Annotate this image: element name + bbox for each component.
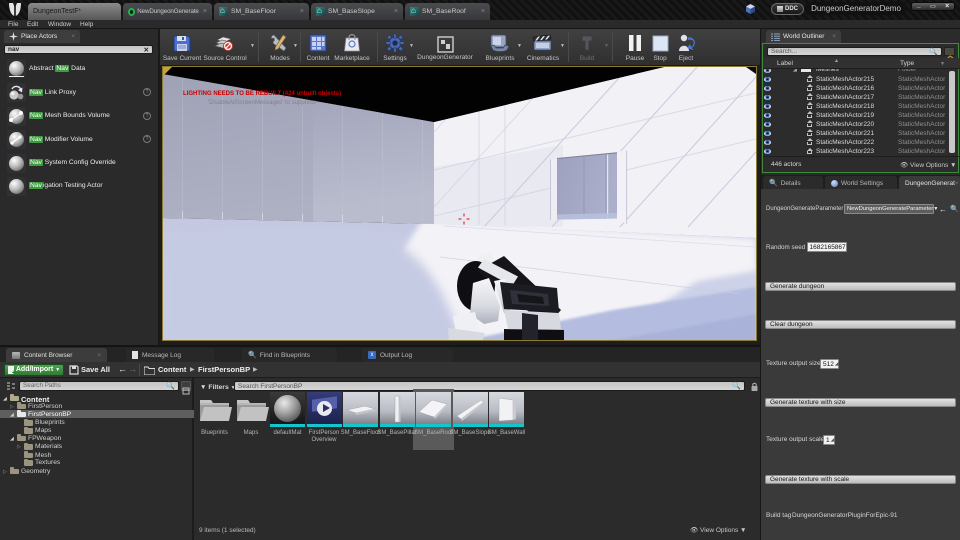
svg-text:'DisableAllScreenMessages' to: 'DisableAllScreenMessages' to suppress: [208, 100, 316, 106]
svg-text:LIGHTING NEEDS TO BE REBUILT (: LIGHTING NEEDS TO BE REBUILT (424 unbuil…: [183, 91, 341, 97]
